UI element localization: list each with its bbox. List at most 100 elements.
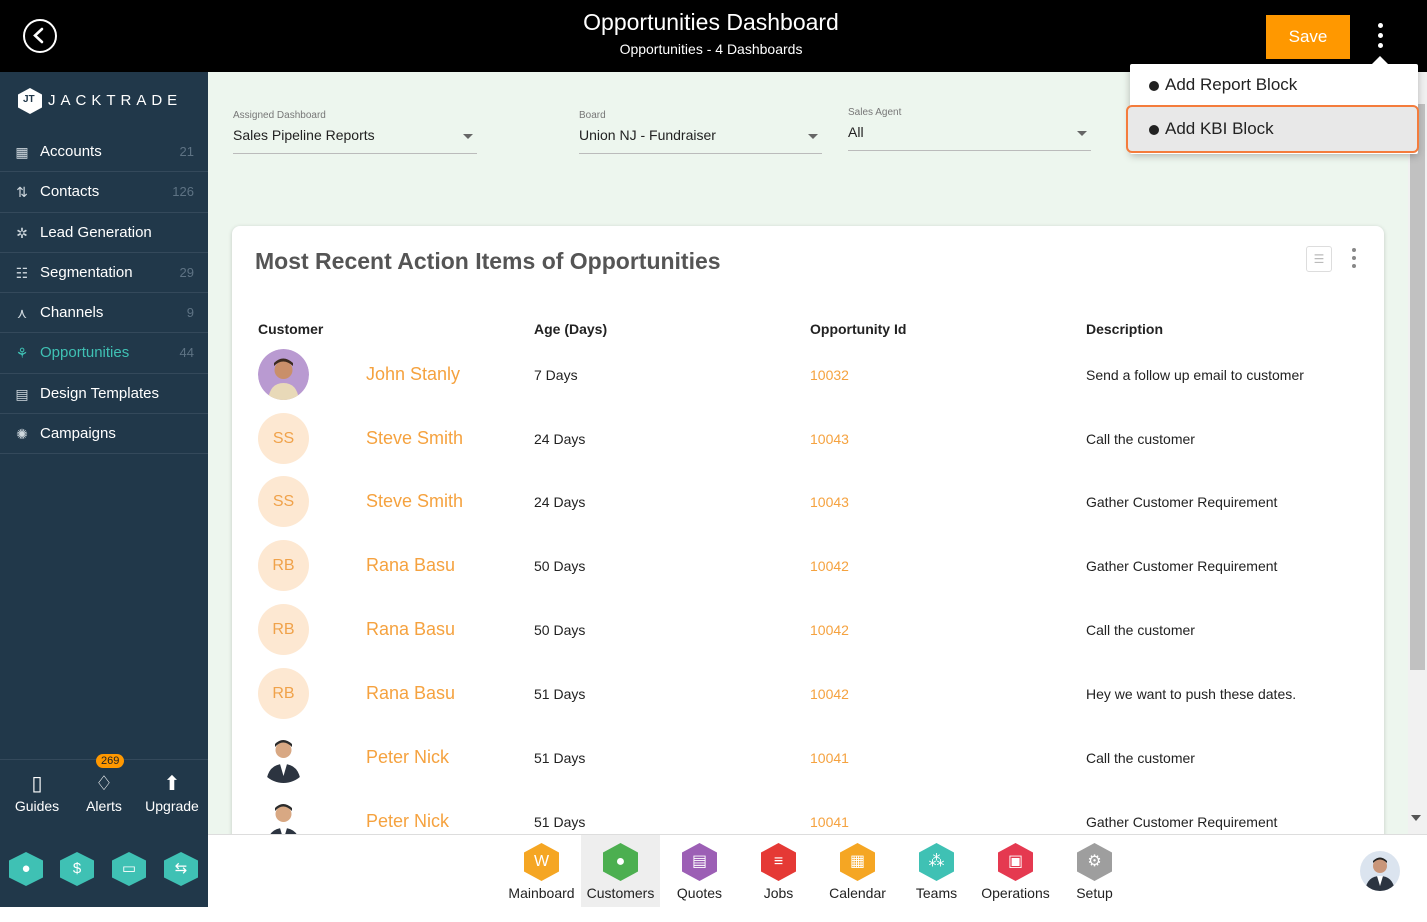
card-menu-button[interactable] xyxy=(1348,248,1360,272)
chevron-down-icon xyxy=(808,134,818,139)
setup-icon: ⚙ xyxy=(1077,843,1112,881)
footer-strip xyxy=(0,907,1427,922)
segmentation-icon: ☷ xyxy=(15,264,29,281)
avatar xyxy=(258,732,309,783)
add-report-block-item[interactable]: Add Report Block xyxy=(1130,64,1418,108)
sidebar-nav: ▦ Accounts 21 ⇅ Contacts 126 ✲ Lead Generatio… xyxy=(0,132,208,455)
opportunities-icon: ⚘ xyxy=(15,345,29,362)
avatar: SS xyxy=(258,413,309,464)
sidebar-item-lead-generation[interactable]: ✲ Lead Generation xyxy=(0,213,208,253)
customer-link[interactable]: Steve Smith xyxy=(366,428,463,449)
sidebar-bottom: ▯ Guides ♢ Alerts 269 ⬆ Upgrade ● $ ▭ ⇆ xyxy=(0,754,208,907)
sidebar: JT JACKTRADE ▦ Accounts 21 ⇅ Contacts 126 ✲ L… xyxy=(0,72,208,907)
customer-link[interactable]: Rana Basu xyxy=(366,619,455,640)
table-row[interactable]: RB Rana Basu 50 Days 10042 Call the cust… xyxy=(232,604,1384,668)
opportunity-id-link[interactable]: 10041 xyxy=(810,750,849,766)
chevron-down-icon xyxy=(463,134,473,139)
opportunity-id-link[interactable]: 10041 xyxy=(810,814,849,830)
column-header-customer: Customer xyxy=(258,321,324,337)
app-ticket-icon[interactable]: ▭ xyxy=(112,852,146,886)
table-row[interactable]: John Stanly 7 Days 10032 Send a follow u… xyxy=(232,349,1384,413)
opportunity-id-link[interactable]: 10042 xyxy=(810,622,849,638)
opportunity-id-link[interactable]: 10032 xyxy=(810,367,849,383)
app-quotes[interactable]: ▤ Quotes xyxy=(660,835,739,907)
lead-generation-icon: ✲ xyxy=(16,224,28,241)
app-jobs[interactable]: ≡ Jobs xyxy=(739,835,818,907)
upgrade-button[interactable]: ⬆ Upgrade xyxy=(142,770,202,814)
sidebar-item-campaigns[interactable]: ✺ Campaigns xyxy=(0,414,208,455)
sidebar-item-design-templates[interactable]: ▤ Design Templates xyxy=(0,374,208,415)
contacts-icon: ⇅ xyxy=(16,184,28,201)
customer-link[interactable]: Rana Basu xyxy=(366,683,455,704)
customer-link[interactable]: Peter Nick xyxy=(366,747,449,768)
top-bar: Opportunities Dashboard Opportunities - … xyxy=(0,0,1427,72)
customer-link[interactable]: Rana Basu xyxy=(366,555,455,576)
app-mainboard[interactable]: W Mainboard xyxy=(502,835,581,907)
avatar: RB xyxy=(258,604,309,655)
app-customers[interactable]: ● Customers xyxy=(581,835,660,907)
scrollbar-thumb[interactable] xyxy=(1410,104,1425,670)
mainboard-icon: W xyxy=(524,843,559,881)
customer-link[interactable]: John Stanly xyxy=(366,364,460,385)
assigned-dashboard-select[interactable]: Assigned Dashboard Sales Pipeline Report… xyxy=(233,110,477,154)
avatar: RB xyxy=(258,668,309,719)
add-kbi-block-item[interactable]: Add KBI Block xyxy=(1126,105,1419,153)
guides-button[interactable]: ▯ Guides xyxy=(7,770,67,814)
app-dollar-icon[interactable]: $ xyxy=(60,852,94,886)
jacktrade-logo[interactable]: JT JACKTRADE xyxy=(18,88,198,114)
alerts-count-badge: 269 xyxy=(96,754,125,768)
sidebar-item-contacts[interactable]: ⇅ Contacts 126 xyxy=(0,172,208,213)
scroll-down-arrow[interactable] xyxy=(1411,815,1421,821)
sidebar-item-segmentation[interactable]: ☷ Segmentation 29 xyxy=(0,253,208,294)
sales-agent-select[interactable]: Sales Agent All xyxy=(848,107,1091,151)
campaigns-icon: ✺ xyxy=(16,426,28,443)
sidebar-item-accounts[interactable]: ▦ Accounts 21 xyxy=(0,132,208,173)
design-templates-icon: ▤ xyxy=(15,385,29,402)
opportunity-id-link[interactable]: 10043 xyxy=(810,494,849,510)
app-calendar[interactable]: ▦ Calendar xyxy=(818,835,897,907)
table-row[interactable]: RB Rana Basu 51 Days 10042 Hey we want t… xyxy=(232,668,1384,732)
quotes-icon: ▤ xyxy=(682,843,717,881)
jobs-icon: ≡ xyxy=(761,843,796,881)
main-content: Assigned Dashboard Sales Pipeline Report… xyxy=(208,72,1427,846)
column-header-age: Age (Days) xyxy=(534,321,608,337)
teams-icon: ⁂ xyxy=(919,843,954,881)
options-dropdown: Add Report Block Add KBI Block xyxy=(1126,56,1419,154)
customers-icon: ● xyxy=(603,843,638,881)
chevron-down-icon xyxy=(1077,131,1087,136)
table-row[interactable]: SS Steve Smith 24 Days 10043 Gather Cust… xyxy=(232,476,1384,540)
opportunity-id-link[interactable]: 10043 xyxy=(810,431,849,447)
alerts-button[interactable]: ♢ Alerts xyxy=(74,770,134,814)
save-button[interactable]: Save xyxy=(1266,15,1350,59)
table-row[interactable]: SS Steve Smith 24 Days 10043 Call the cu… xyxy=(232,413,1384,477)
calendar-icon: ▦ xyxy=(840,843,875,881)
page-title: Opportunities Dashboard xyxy=(583,9,839,35)
app-operations[interactable]: ▣ Operations xyxy=(976,835,1055,907)
action-items-card: Most Recent Action Items of Opportunitie… xyxy=(232,226,1384,846)
sidebar-item-opportunities[interactable]: ⚘ Opportunities 44 xyxy=(0,333,208,374)
opportunity-id-link[interactable]: 10042 xyxy=(810,558,849,574)
book-icon: ▯ xyxy=(31,773,43,795)
bottom-app-bar: W Mainboard ● Customers ▤ Quotes ≡ Jobs ▦ Cal… xyxy=(208,834,1427,907)
avatar: SS xyxy=(258,476,309,527)
table-row[interactable]: RB Rana Basu 50 Days 10042 Gather Custom… xyxy=(232,540,1384,604)
app-user-icon[interactable]: ● xyxy=(9,852,43,886)
more-options-button[interactable] xyxy=(1370,20,1390,52)
arrow-up-icon: ⬆ xyxy=(163,773,181,795)
sidebar-item-channels[interactable]: ⋏ Channels 9 xyxy=(0,293,208,334)
app-setup[interactable]: ⚙ Setup xyxy=(1055,835,1134,907)
opportunity-id-link[interactable]: 10042 xyxy=(810,686,849,702)
list-icon[interactable]: ☰ xyxy=(1306,246,1332,272)
card-title: Most Recent Action Items of Opportunitie… xyxy=(255,248,721,274)
app-teams[interactable]: ⁂ Teams xyxy=(897,835,976,907)
brand-name: JACKTRADE xyxy=(48,92,183,109)
app-exchange-icon[interactable]: ⇆ xyxy=(164,852,198,886)
accounts-icon: ▦ xyxy=(15,144,29,160)
user-avatar[interactable] xyxy=(1360,851,1400,891)
table-row[interactable]: Peter Nick 51 Days 10041 Call the custom… xyxy=(232,732,1384,796)
channels-icon: ⋏ xyxy=(16,305,28,322)
customer-link[interactable]: Peter Nick xyxy=(366,811,449,832)
avatar xyxy=(258,349,309,400)
board-select[interactable]: Board Union NJ - Fundraiser xyxy=(579,110,822,154)
customer-link[interactable]: Steve Smith xyxy=(366,491,463,512)
